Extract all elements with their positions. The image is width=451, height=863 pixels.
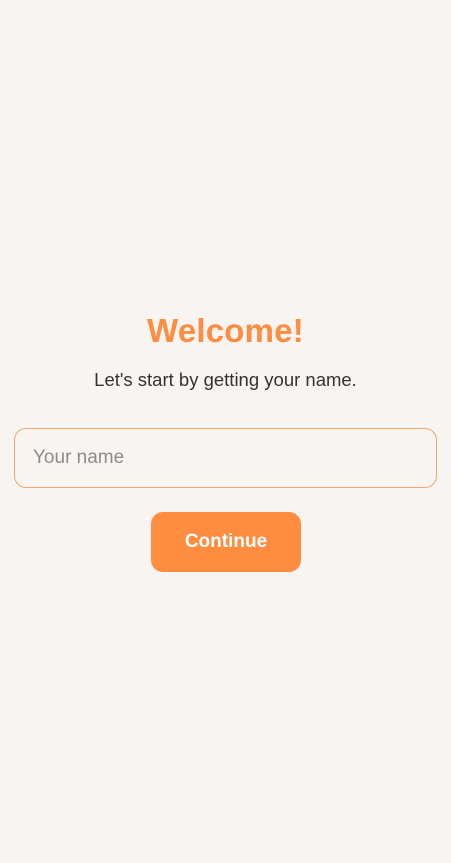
- continue-button[interactable]: Continue: [151, 512, 301, 572]
- welcome-subtitle: Let's start by getting your name.: [94, 369, 357, 390]
- name-input[interactable]: [14, 428, 437, 488]
- welcome-title: Welcome!: [147, 312, 304, 349]
- welcome-screen: Welcome! Let's start by getting your nam…: [0, 0, 451, 863]
